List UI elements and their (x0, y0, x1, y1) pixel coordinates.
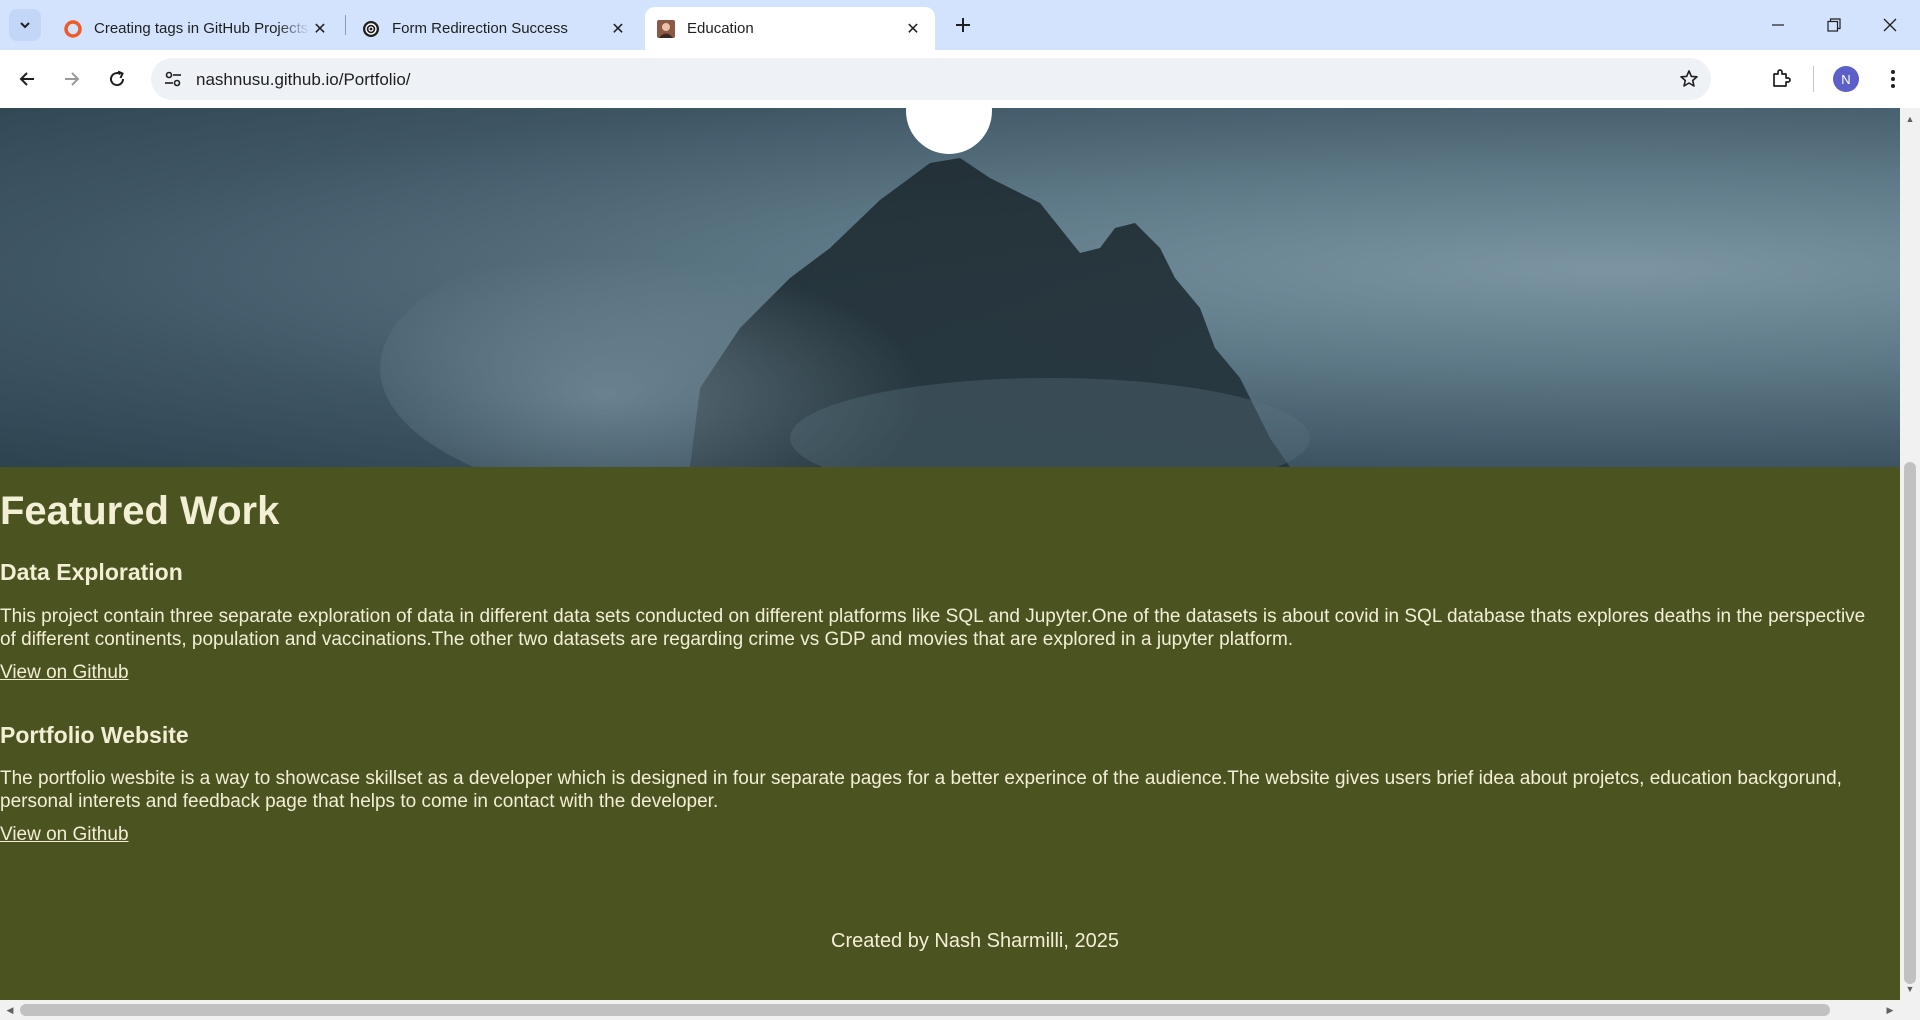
project-title: Data Exploration (0, 559, 183, 585)
hero-background-image (0, 108, 1900, 467)
back-button[interactable] (10, 62, 44, 96)
chevron-down-icon (20, 22, 30, 29)
profile-button[interactable]: N (1829, 62, 1863, 96)
close-icon (1883, 18, 1897, 32)
tab-strip: Creating tags in GitHub Projects ✕ Form … (0, 0, 1920, 50)
extensions-button[interactable] (1764, 62, 1798, 96)
footer-credit: Created by Nash Sharmilli, 2025 (831, 930, 1119, 952)
tab-search-button[interactable] (9, 9, 41, 41)
minimize-icon (1772, 24, 1784, 26)
browser-toolbar: nashnusu.github.io/Portfolio/ N (0, 50, 1920, 108)
project-title: Portfolio Website (0, 722, 189, 748)
tab-title: Form Redirection Success (392, 20, 568, 37)
minimize-button[interactable] (1750, 0, 1806, 50)
tune-icon (165, 71, 181, 87)
horizontal-scrollbar[interactable]: ◀ ▶ (0, 1000, 1920, 1020)
project-description: This project contain three separate expl… (0, 606, 1866, 650)
tab-github-projects[interactable]: Creating tags in GitHub Projects ✕ (52, 7, 342, 50)
tab-education[interactable]: Education ✕ (645, 7, 935, 50)
view-on-github-link[interactable]: View on Github (0, 824, 129, 846)
scroll-left-icon[interactable]: ◀ (5, 1005, 15, 1015)
star-icon (1680, 70, 1698, 87)
tab-title: Creating tags in GitHub Projects (94, 20, 309, 37)
puzzle-icon (1773, 69, 1791, 87)
featured-work-title: Featured Work (0, 489, 280, 533)
arrow-right-icon (65, 72, 80, 86)
plus-icon (956, 18, 970, 32)
view-on-github-link[interactable]: View on Github (0, 662, 129, 684)
menu-button[interactable] (1876, 62, 1910, 96)
address-bar[interactable]: nashnusu.github.io/Portfolio/ (151, 58, 1711, 100)
close-window-button[interactable] (1862, 0, 1918, 50)
horizontal-scroll-thumb[interactable] (20, 1004, 1830, 1016)
restore-button[interactable] (1806, 0, 1862, 50)
reload-icon (110, 70, 125, 87)
site-info-icon[interactable] (161, 67, 185, 91)
close-icon[interactable]: ✕ (903, 19, 923, 39)
restore-icon (1827, 18, 1841, 32)
avatar: N (1833, 66, 1859, 92)
reload-button[interactable] (100, 62, 134, 96)
vertical-scroll-thumb[interactable] (1904, 462, 1916, 984)
tab-separator (345, 15, 346, 35)
openai-logo-icon (363, 20, 379, 37)
orange-circle-icon (64, 19, 82, 38)
kebab-menu-icon (1891, 70, 1895, 88)
new-tab-button[interactable] (948, 10, 978, 40)
arrow-left-icon (19, 72, 34, 86)
project-description: The portfolio wesbite is a way to showca… (0, 768, 1842, 812)
forward-button[interactable] (55, 62, 89, 96)
page-viewport: Featured Work Data Exploration This proj… (0, 108, 1900, 1000)
close-icon[interactable]: ✕ (608, 19, 628, 39)
tab-title: Education (687, 20, 754, 37)
scroll-right-icon[interactable]: ▶ (1885, 1005, 1895, 1015)
vertical-scrollbar[interactable]: ▲ ▼ (1900, 108, 1920, 1000)
close-icon[interactable]: ✕ (310, 19, 330, 39)
scroll-down-icon[interactable]: ▼ (1905, 984, 1915, 994)
tab-form-redirection[interactable]: Form Redirection Success ✕ (350, 7, 640, 50)
portrait-icon (657, 19, 675, 38)
mountain-mist-image (380, 158, 1310, 467)
toolbar-divider (1813, 66, 1814, 92)
bookmark-star-icon[interactable] (1677, 67, 1701, 91)
url-text: nashnusu.github.io/Portfolio/ (196, 70, 411, 89)
featured-work-section: Featured Work Data Exploration This proj… (0, 467, 1900, 1000)
scroll-up-icon[interactable]: ▲ (1905, 114, 1915, 124)
